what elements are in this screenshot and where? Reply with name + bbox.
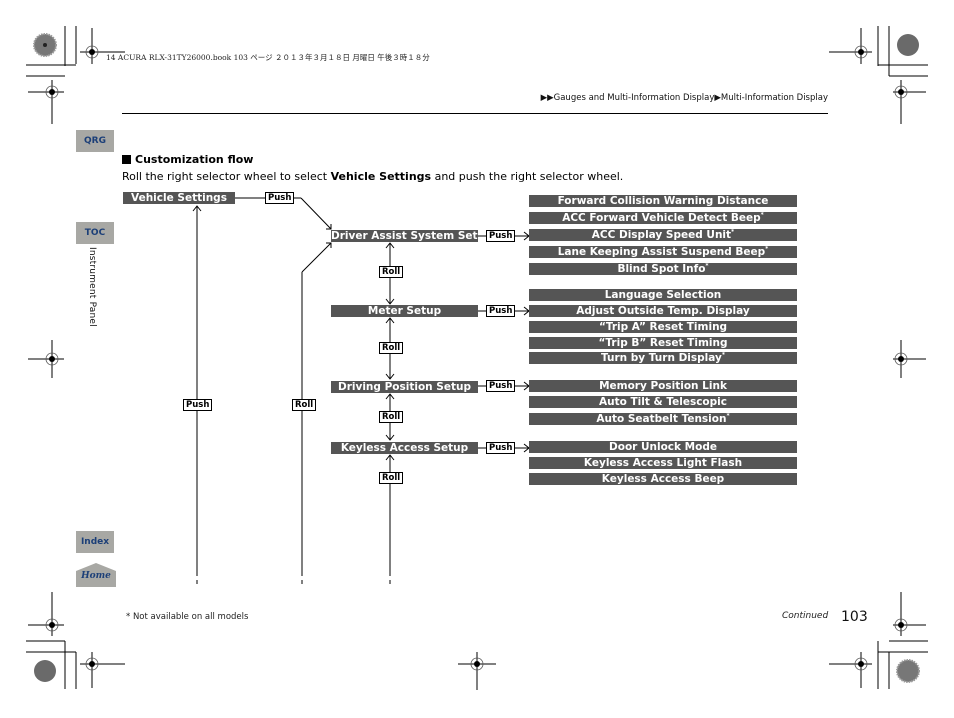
roll-tag: Roll [379,411,404,423]
push-tag: Push [486,380,516,392]
page-number: 103 [841,609,868,625]
roll-tag: Roll [379,472,404,484]
continued-label: Continued [782,611,829,621]
setting-item[interactable]: Door Unlock Mode [529,441,797,453]
setting-item[interactable]: Keyless Access Light Flash [529,457,797,469]
setting-item-label: ACC Display Speed Unit [591,229,732,241]
setting-item[interactable]: Auto Tilt & Telescopic [529,396,797,408]
setting-item[interactable]: Forward Collision Warning Distance [529,195,797,207]
footnote: * Not available on all models [126,612,249,622]
setting-item[interactable]: ACC Display Speed Unit* [529,229,797,241]
setting-item-label: Keyless Access Light Flash [583,457,743,469]
setting-item[interactable]: Language Selection [529,289,797,301]
footnote-star: * [705,263,709,270]
setting-item[interactable]: Auto Seatbelt Tension* [529,413,797,425]
push-tag: Push [486,305,516,317]
setting-item-label: Memory Position Link [599,380,727,392]
setting-item-label: Lane Keeping Assist Suspend Beep [557,246,766,258]
roll-tag: Roll [379,266,404,278]
footnote-star: * [760,212,764,219]
setting-item-label: Adjust Outside Temp. Display [576,305,750,317]
driver-assist-system-setup-node[interactable]: Driver Assist System Setup [331,230,478,242]
setting-item[interactable]: Keyless Access Beep [529,473,797,485]
footnote-star: * [731,229,735,236]
keyless-access-setup-node[interactable]: Keyless Access Setup [331,442,478,454]
roll-tag: Roll [379,342,404,354]
roll-tag-loop: Roll [292,399,317,411]
setting-item[interactable]: Blind Spot Info* [529,263,797,275]
driving-position-setup-node[interactable]: Driving Position Setup [331,381,478,393]
setting-item-label: Language Selection [604,289,722,301]
setting-item-label: Door Unlock Mode [609,441,717,453]
setting-item[interactable]: “Trip A” Reset Timing [529,321,797,333]
footnote-star: * [721,352,726,359]
setting-item-label: “Trip A” Reset Timing [598,321,728,333]
setting-item[interactable]: “Trip B” Reset Timing [529,337,797,349]
setting-item-label: Auto Seatbelt Tension [596,413,727,425]
setting-item[interactable]: Adjust Outside Temp. Display [529,305,797,317]
setting-item-label: ACC Forward Vehicle Detect Beep [562,212,761,224]
vehicle-settings-node[interactable]: Vehicle Settings [123,192,235,204]
setting-item-label: Keyless Access Beep [601,473,725,485]
setting-item-label: Forward Collision Warning Distance [557,195,769,207]
meter-setup-node[interactable]: Meter Setup [331,305,478,317]
setting-item[interactable]: Memory Position Link [529,380,797,392]
footnote-star: * [726,413,730,420]
setting-item[interactable]: Lane Keeping Assist Suspend Beep* [529,246,797,258]
footnote-star: * [765,246,769,253]
push-tag: Push [265,192,295,204]
setting-item-label: Auto Tilt & Telescopic [599,396,727,408]
push-tag: Push [486,442,516,454]
push-tag: Push [486,230,516,242]
setting-item-label: Blind Spot Info [617,263,706,275]
setting-item[interactable]: ACC Forward Vehicle Detect Beep* [529,212,797,224]
setting-item-label: Turn by Turn Display [600,352,722,364]
push-tag-loop: Push [183,399,213,411]
setting-item-label: “Trip B” Reset Timing [598,337,728,349]
setting-item[interactable]: Turn by Turn Display* [529,352,797,364]
